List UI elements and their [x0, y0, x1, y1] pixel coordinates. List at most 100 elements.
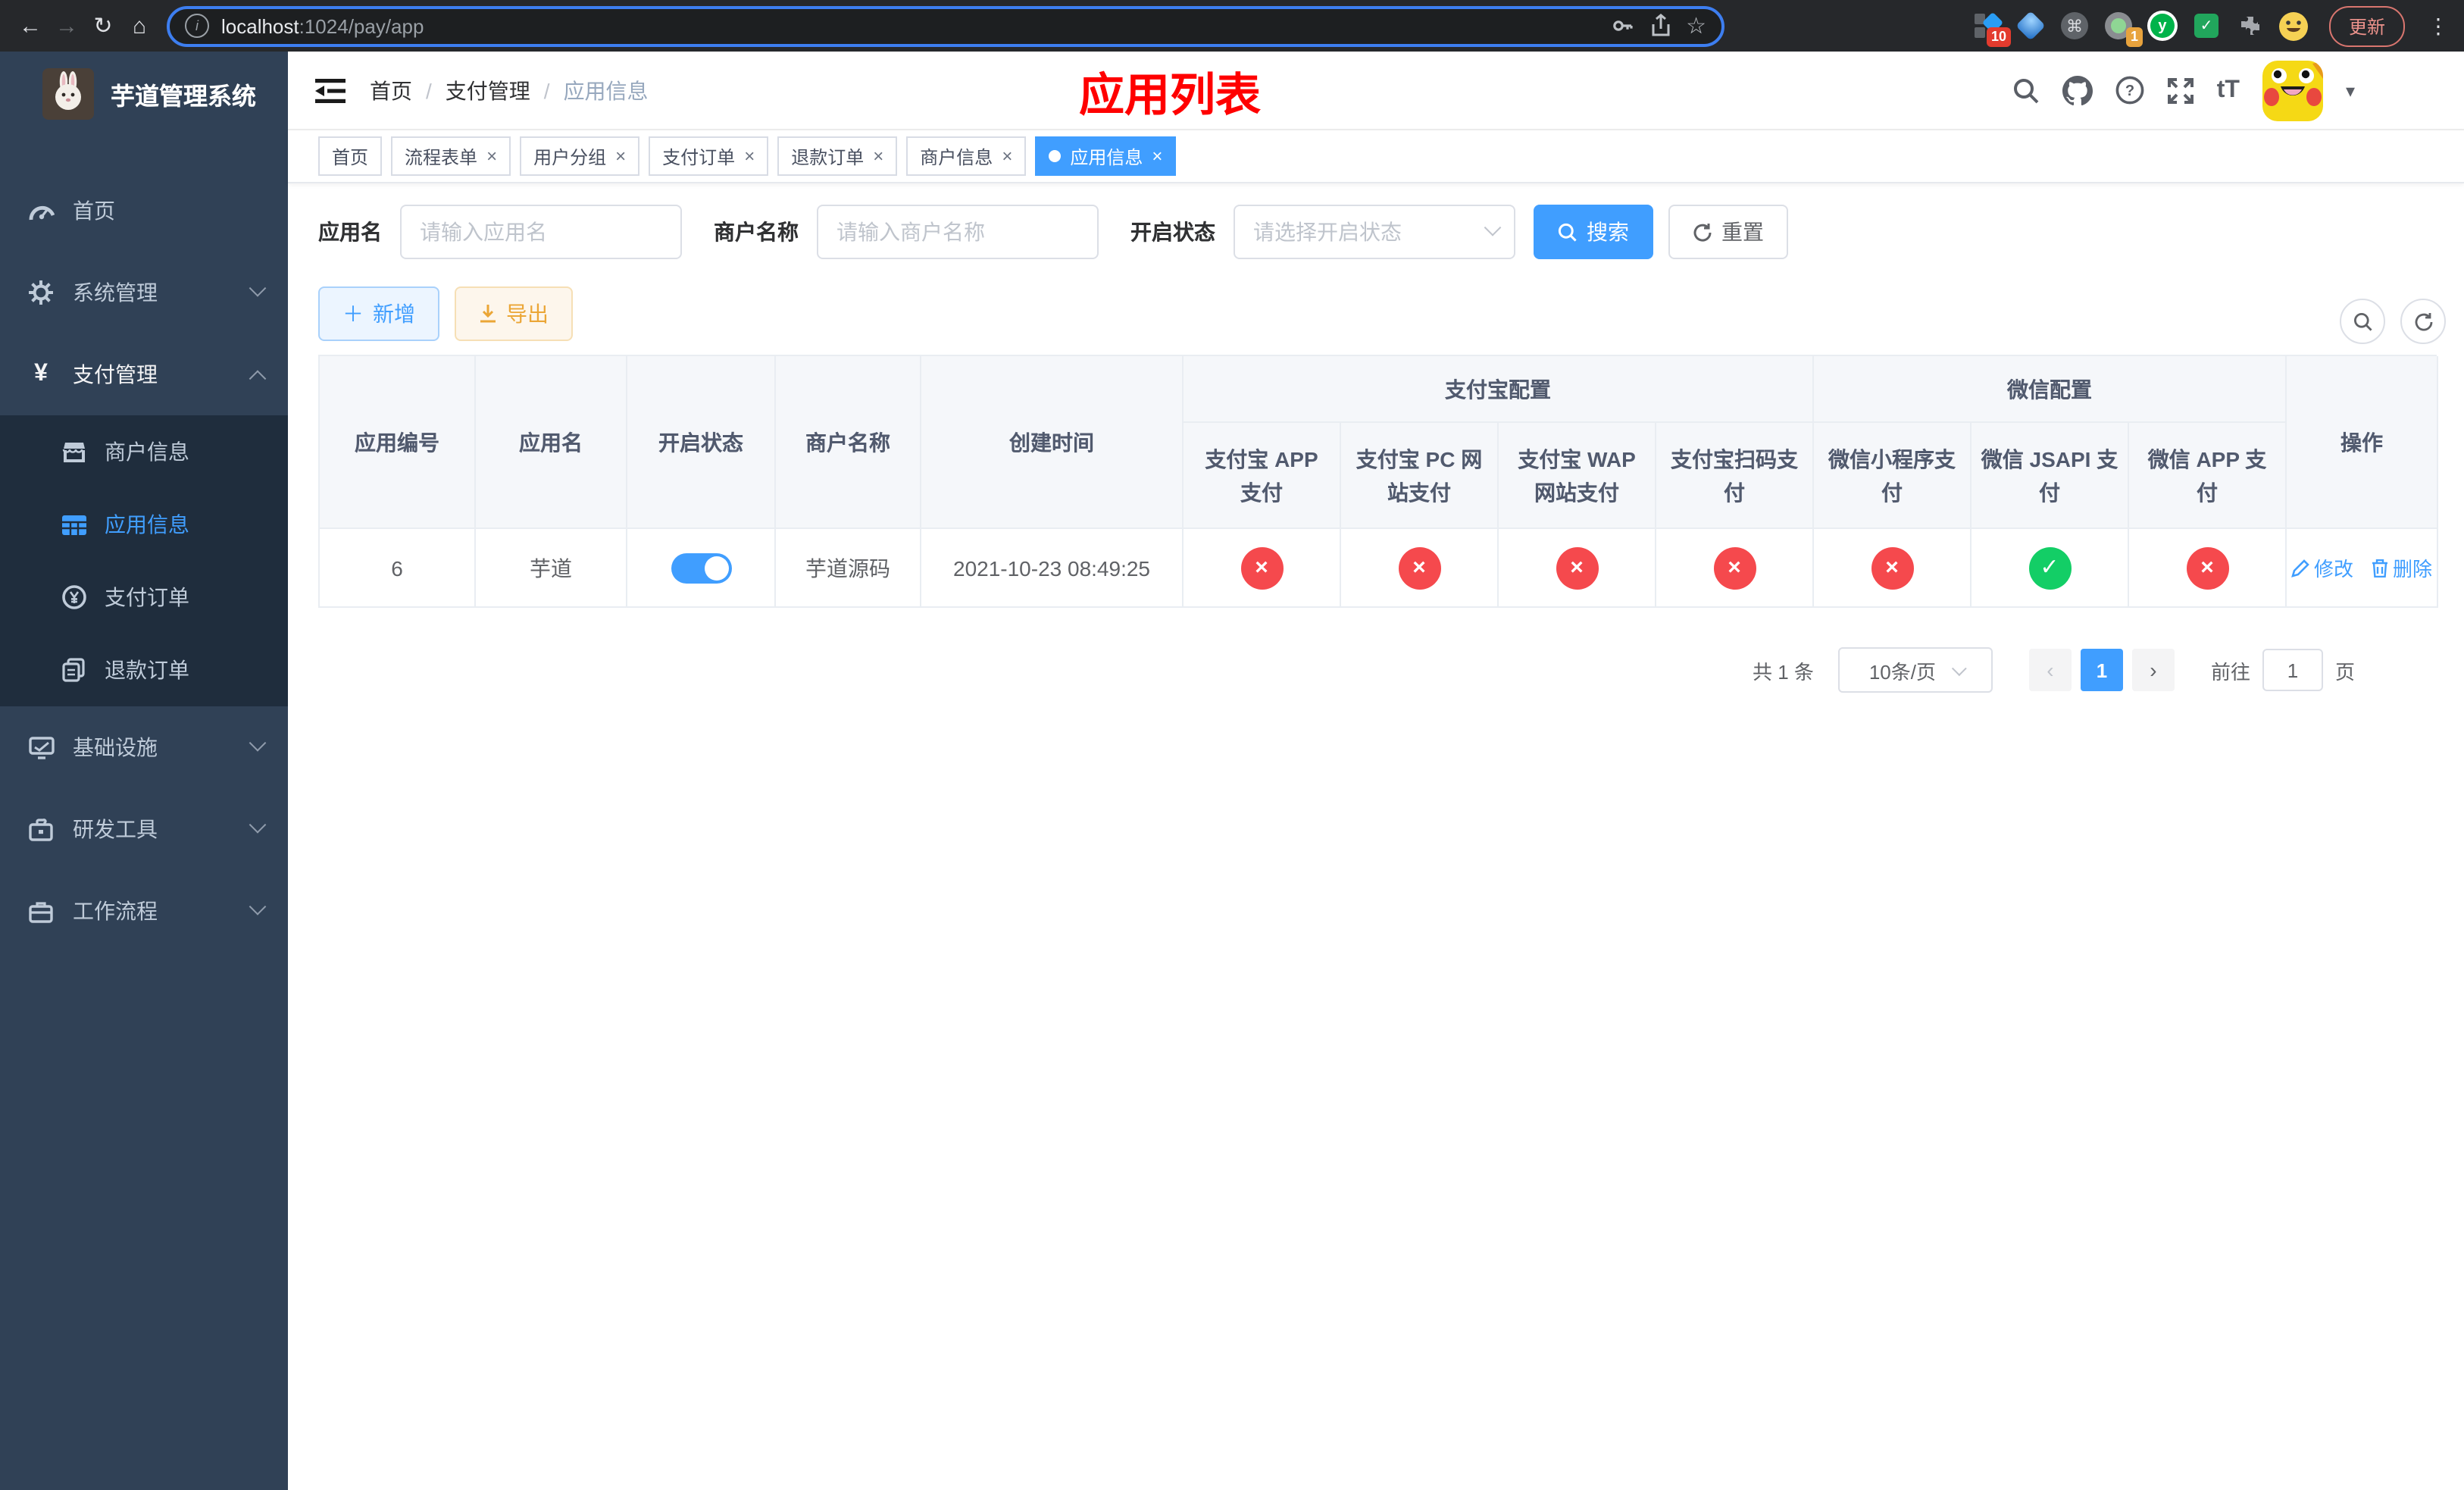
extension-command-icon[interactable]: ⌘	[2059, 11, 2090, 41]
delete-link[interactable]: 删除	[2372, 553, 2432, 582]
payment-submenu: 商户信息 应用信息 支付订单 退款订单	[0, 415, 288, 706]
site-info-icon[interactable]: i	[185, 14, 209, 38]
page-size-select[interactable]: 10条/页	[1837, 647, 1993, 693]
cell-created: 2021-10-23 08:49:25	[921, 529, 1184, 608]
sidebar-item-app-info[interactable]: 应用信息	[0, 488, 288, 561]
next-page-button[interactable]: ›	[2131, 649, 2175, 691]
extension-green-doc-icon[interactable]: ✓	[2191, 11, 2222, 41]
tag-refund-orders[interactable]: 退款订单 ×	[777, 136, 898, 176]
coin-yen-icon	[61, 585, 86, 609]
home-icon[interactable]: ⌂	[121, 8, 158, 44]
cell-wx-jsapi	[1972, 529, 2129, 608]
tag-app-info[interactable]: 应用信息 ×	[1035, 136, 1177, 176]
logo-row[interactable]: 芋道管理系统	[0, 52, 288, 136]
close-icon[interactable]: ×	[873, 146, 883, 167]
sidebar-item-infrastructure[interactable]: 基础设施	[0, 706, 288, 788]
document-icon	[61, 658, 86, 682]
refresh-button[interactable]	[2400, 299, 2446, 344]
sidebar-item-label: 商户信息	[105, 440, 189, 464]
col-header-alipay-pc: 支付宝 PC 网站支付	[1341, 423, 1499, 529]
sidebar-item-workflow[interactable]: 工作流程	[0, 870, 288, 952]
bookmark-star-icon[interactable]: ☆	[1686, 12, 1706, 39]
forward-icon[interactable]: →	[48, 8, 85, 44]
export-button[interactable]: 导出	[455, 286, 573, 341]
col-header-wx-lite: 微信小程序支付	[1814, 423, 1972, 529]
chevron-down-icon	[1484, 219, 1502, 236]
back-icon[interactable]: ←	[12, 8, 48, 44]
edit-link[interactable]: 修改	[2291, 553, 2353, 582]
chevron-down-icon	[249, 898, 267, 916]
tag-pay-orders[interactable]: 支付订单 ×	[649, 136, 769, 176]
sidebar-item-dev-tools[interactable]: 研发工具	[0, 788, 288, 870]
sidebar-item-merchant-info[interactable]: 商户信息	[0, 415, 288, 488]
url-host: localhost	[221, 14, 299, 37]
add-button[interactable]: ＋ 新增	[318, 286, 439, 341]
url-path: :1024/pay/app	[299, 14, 424, 37]
search-icon[interactable]	[2012, 77, 2040, 104]
page-number-1[interactable]: 1	[2080, 649, 2123, 691]
disabled-icon	[1556, 546, 1598, 589]
col-header-ops: 操作	[2287, 356, 2438, 529]
url-bar[interactable]: i localhost:1024/pay/app ☆	[167, 5, 1724, 46]
close-icon[interactable]: ×	[615, 146, 626, 167]
sidebar-item-payment[interactable]: ¥ 支付管理	[0, 333, 288, 415]
extension-recorder-icon[interactable]: 1	[2103, 11, 2143, 47]
edit-link-label: 修改	[2313, 558, 2353, 581]
breadcrumb-payment[interactable]: 支付管理	[446, 75, 530, 105]
breadcrumb-current: 应用信息	[563, 78, 649, 102]
url-text[interactable]: localhost:1024/pay/app	[221, 14, 1610, 37]
merchant-name-input[interactable]	[817, 205, 1099, 259]
close-icon[interactable]: ×	[486, 146, 497, 167]
help-icon[interactable]: ?	[2115, 76, 2144, 105]
github-icon[interactable]	[2062, 75, 2093, 105]
status-toggle[interactable]	[671, 552, 731, 583]
password-key-icon[interactable]	[1610, 14, 1634, 38]
cell-alipay-qr	[1656, 529, 1814, 608]
share-icon[interactable]	[1649, 14, 1671, 38]
prev-page-button[interactable]: ‹	[2028, 649, 2072, 691]
reset-button-label: 重置	[1721, 220, 1764, 244]
status-select[interactable]: 请选择开启状态	[1234, 205, 1515, 259]
extensions-puzzle-icon[interactable]	[2235, 11, 2265, 41]
close-icon[interactable]: ×	[1002, 146, 1012, 167]
search-button[interactable]: 搜索	[1534, 205, 1653, 259]
tag-merchant-info[interactable]: 商户信息 ×	[906, 136, 1027, 176]
tag-process-form[interactable]: 流程表单 ×	[391, 136, 511, 176]
fullscreen-icon[interactable]	[2167, 77, 2194, 104]
disabled-icon	[1240, 546, 1283, 589]
breadcrumb-home[interactable]: 首页	[370, 75, 412, 105]
tag-user-group[interactable]: 用户分组 ×	[520, 136, 640, 176]
extension-gem-icon[interactable]	[2015, 11, 2046, 41]
app-name-input[interactable]	[400, 205, 682, 259]
show-search-button[interactable]	[2340, 299, 2385, 344]
sidebar-item-label: 工作流程	[73, 899, 158, 923]
sidebar-item-pay-orders[interactable]: 支付订单	[0, 561, 288, 634]
data-table: 应用编号 应用名 开启状态 商户名称 创建时间 支付宝配置 微信配置 操作 支付…	[318, 355, 2438, 608]
disabled-icon	[1713, 546, 1756, 589]
chevron-down-icon	[249, 280, 267, 297]
reload-icon[interactable]: ↻	[85, 8, 121, 44]
goto-page-input[interactable]	[2262, 649, 2323, 691]
col-header-merchant: 商户名称	[776, 356, 921, 529]
sidebar-item-home[interactable]: 首页	[0, 170, 288, 252]
close-icon[interactable]: ×	[1152, 146, 1162, 167]
col-header-wx-jsapi: 微信 JSAPI 支付	[1972, 423, 2129, 529]
user-avatar[interactable]	[2262, 60, 2323, 121]
main-area: 首页 / 支付管理 / 应用信息 应用列表 ? tT ▾ 首页 流程表单 × 用…	[288, 52, 2464, 1490]
reset-button[interactable]: 重置	[1668, 205, 1788, 259]
tag-label: 商户信息	[920, 146, 993, 167]
font-size-icon[interactable]: tT	[2217, 77, 2240, 104]
sidebar-item-refund-orders[interactable]: 退款订单	[0, 634, 288, 706]
sidebar-item-system[interactable]: 系统管理	[0, 252, 288, 333]
extension-yuque-icon[interactable]: y	[2147, 11, 2178, 41]
tag-home[interactable]: 首页	[318, 136, 383, 176]
extensions-area: 10 ⌘ 1 y ✓ 更新 ⋮	[1743, 5, 2452, 47]
extension-collection-icon[interactable]: 10	[1972, 11, 2011, 47]
chrome-menu-icon[interactable]: ⋮	[2428, 13, 2449, 39]
avatar-caret-icon[interactable]: ▾	[2346, 80, 2355, 101]
topbar: 首页 / 支付管理 / 应用信息 应用列表 ? tT ▾	[288, 52, 2464, 130]
chrome-update-button[interactable]: 更新	[2328, 5, 2405, 46]
close-icon[interactable]: ×	[744, 146, 755, 167]
extension-emoji-icon[interactable]	[2279, 11, 2309, 41]
collapse-sidebar-icon[interactable]	[315, 77, 346, 104]
